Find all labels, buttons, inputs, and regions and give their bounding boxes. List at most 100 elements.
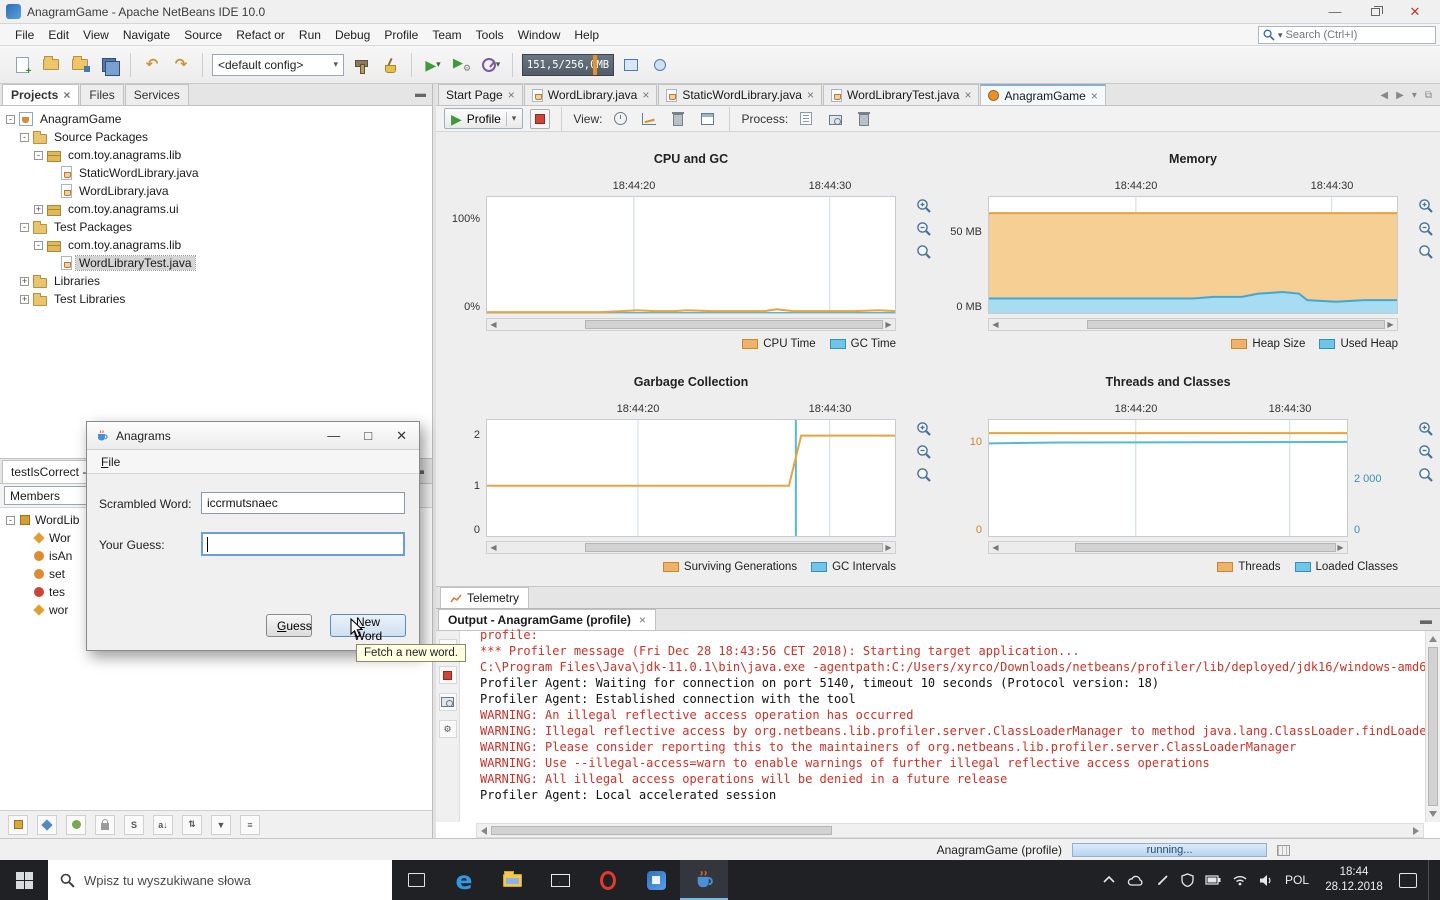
process-list-icon[interactable]: [1277, 845, 1290, 856]
vm-telemetry-icon[interactable]: [619, 53, 643, 77]
opera-taskbar-icon[interactable]: [584, 860, 632, 900]
menu-item[interactable]: Help: [567, 26, 606, 44]
show-inherited-icon[interactable]: [8, 815, 28, 835]
config-select[interactable]: <default config>▾: [212, 54, 344, 76]
thread-dump-icon[interactable]: [824, 108, 846, 129]
network-icon[interactable]: [1232, 874, 1248, 886]
redo-button[interactable]: ↷: [169, 53, 193, 77]
chart-scrollbar[interactable]: ◀▶: [486, 541, 896, 554]
output-settings-button[interactable]: ⚙: [439, 720, 457, 738]
chart-plot[interactable]: [486, 196, 896, 314]
zoom-out-icon[interactable]: [916, 444, 932, 460]
tree-item[interactable]: Source Packages: [0, 128, 432, 146]
menu-item[interactable]: Window: [511, 26, 568, 44]
editor-tab[interactable]: WordLibraryTest.java ×: [823, 84, 980, 105]
snapshot-button[interactable]: [439, 693, 457, 711]
editor-tab[interactable]: AnagramGame ×: [980, 84, 1105, 105]
menu-item[interactable]: Tools: [469, 26, 511, 44]
battery-icon[interactable]: [1205, 875, 1221, 885]
scroll-tabs-left-icon[interactable]: ◀: [1380, 90, 1388, 101]
close-icon[interactable]: ×: [1091, 90, 1098, 102]
undo-button[interactable]: ↶: [140, 53, 164, 77]
tree-item[interactable]: Libraries: [0, 272, 432, 290]
tab-list-caret-icon[interactable]: ▾: [1412, 90, 1417, 101]
panel-tab[interactable]: Projects ×: [2, 84, 79, 105]
window-restore-button[interactable]: [1364, 4, 1386, 19]
tree-expander-icon[interactable]: [34, 241, 43, 250]
tree-expander-icon[interactable]: [20, 133, 29, 142]
zoom-fit-icon[interactable]: [1418, 244, 1434, 260]
search-scope-caret-icon[interactable]: ▾: [1278, 30, 1283, 41]
zoom-out-icon[interactable]: [1418, 444, 1434, 460]
search-input[interactable]: [1286, 29, 1431, 41]
security-icon[interactable]: [1181, 873, 1194, 887]
start-button[interactable]: [0, 860, 48, 900]
pen-icon[interactable]: [1156, 873, 1170, 887]
zoom-out-icon[interactable]: [916, 221, 932, 237]
output-horizontal-scrollbar[interactable]: [476, 823, 1424, 838]
sort-source-icon[interactable]: ⇅: [182, 815, 202, 835]
window-minimize-button[interactable]: —: [1324, 4, 1346, 19]
dialog-minimize-button[interactable]: —: [327, 429, 340, 442]
stop-button[interactable]: [439, 666, 457, 684]
menu-item[interactable]: Run: [292, 26, 328, 44]
chart-scrollbar[interactable]: ◀▶: [988, 318, 1398, 331]
tree-expander-icon[interactable]: [20, 295, 29, 304]
tree-item[interactable]: Test Packages: [0, 218, 432, 236]
dialog-file-menu[interactable]: File: [95, 453, 126, 471]
edge-taskbar-icon[interactable]: e: [440, 860, 488, 900]
heap-dump-icon[interactable]: [795, 108, 817, 129]
run-project-button[interactable]: ▶▾: [421, 53, 445, 77]
task-view-button[interactable]: [392, 860, 440, 900]
clean-build-button[interactable]: [378, 53, 402, 77]
sort-alpha-icon[interactable]: a↓: [153, 815, 173, 835]
dialog-close-button[interactable]: ✕: [396, 429, 407, 442]
tree-expander-icon[interactable]: [6, 115, 15, 124]
zoom-in-icon[interactable]: [1418, 421, 1434, 437]
telemetry-view-icon[interactable]: [609, 108, 631, 129]
taskbar-search[interactable]: Wpisz tu wyszukiwane słowa: [48, 860, 392, 900]
your-guess-field[interactable]: [201, 532, 405, 556]
zoom-fit-icon[interactable]: [916, 467, 932, 483]
close-icon[interactable]: ×: [964, 89, 971, 101]
gc-view-icon[interactable]: [667, 108, 689, 129]
close-icon[interactable]: ×: [642, 89, 649, 101]
zoom-out-icon[interactable]: [1418, 221, 1434, 237]
new-project-button[interactable]: [39, 53, 63, 77]
close-icon[interactable]: ×: [508, 89, 515, 101]
menu-item[interactable]: File: [8, 26, 41, 44]
zoom-fit-icon[interactable]: [916, 244, 932, 260]
onedrive-icon[interactable]: [1127, 874, 1145, 887]
tray-expand-icon[interactable]: [1102, 874, 1116, 886]
show-static-icon[interactable]: S: [124, 815, 144, 835]
editor-tab[interactable]: Start Page ×: [438, 84, 523, 105]
new-file-button[interactable]: [10, 53, 34, 77]
quick-search[interactable]: ▾: [1258, 26, 1436, 44]
close-icon[interactable]: ×: [807, 89, 814, 101]
save-all-button[interactable]: [97, 53, 121, 77]
tree-item[interactable]: AnagramGame: [0, 110, 432, 128]
language-indicator[interactable]: POL: [1285, 873, 1309, 887]
tree-expander-icon[interactable]: [34, 205, 43, 214]
chart-plot[interactable]: [486, 419, 896, 537]
menu-item[interactable]: Team: [425, 26, 468, 44]
action-center-icon[interactable]: [1399, 873, 1417, 888]
build-project-button[interactable]: [349, 53, 373, 77]
window-close-button[interactable]: ✕: [1404, 4, 1426, 20]
stop-profiling-button[interactable]: [530, 109, 550, 129]
maximize-editor-icon[interactable]: ⧉: [1425, 90, 1432, 101]
output-console[interactable]: profile:*** Profiler message (Fri Dec 28…: [460, 625, 1425, 822]
tree-item[interactable]: com.toy.anagrams.lib: [0, 236, 432, 254]
table-view-icon[interactable]: [696, 108, 718, 129]
expand-all-icon[interactable]: ≡: [240, 815, 260, 835]
minimize-panel-icon[interactable]: ▬: [415, 88, 426, 100]
chart-plot[interactable]: [988, 419, 1348, 537]
debug-project-button[interactable]: ▶: [450, 53, 474, 77]
menu-item[interactable]: Profile: [377, 26, 425, 44]
open-project-button[interactable]: [68, 53, 92, 77]
navigator-tab[interactable]: testIsCorrect -: [2, 460, 95, 483]
run-gc-icon[interactable]: [853, 108, 875, 129]
telemetry-tab[interactable]: Telemetry: [440, 587, 529, 608]
menu-item[interactable]: Debug: [328, 26, 377, 44]
panel-tab[interactable]: Services ×: [125, 84, 189, 105]
